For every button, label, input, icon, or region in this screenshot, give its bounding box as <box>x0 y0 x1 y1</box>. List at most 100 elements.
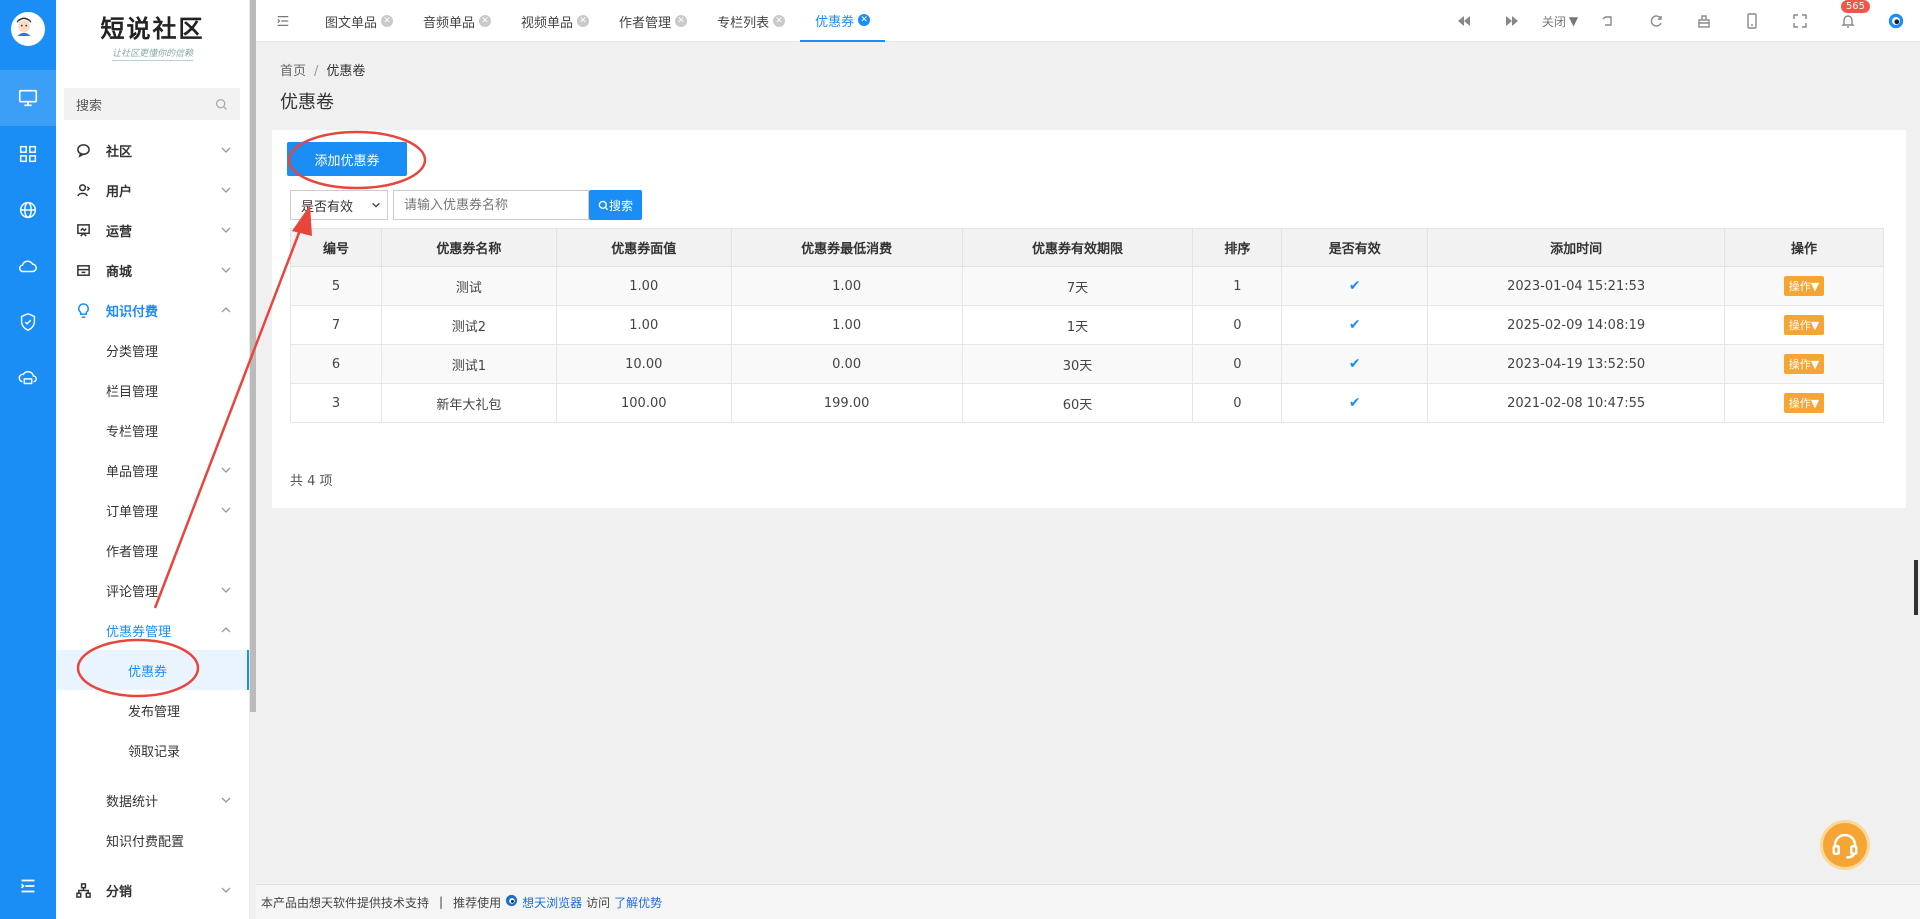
tab-audio[interactable]: 音频单品 ✕ <box>408 0 506 42</box>
menu-item-comment[interactable]: 评论管理 <box>56 570 249 610</box>
close-dropdown[interactable]: 关闭 ▼ <box>1536 0 1584 42</box>
chevron-down-icon <box>221 587 231 593</box>
fold-menu-icon[interactable] <box>256 0 310 42</box>
menu-search-input[interactable]: 搜索 <box>64 88 240 120</box>
table-row[interactable]: 7 测试2 1.00 1.00 1天 0 ✔ 2025-02-09 14:08:… <box>290 305 1884 345</box>
operation-dropdown[interactable]: 操作 ▼ <box>1783 354 1825 374</box>
customer-service-button[interactable] <box>1820 820 1870 870</box>
col-header-name[interactable]: 优惠券名称 <box>380 228 557 267</box>
grid-icon[interactable] <box>0 126 56 182</box>
user-avatar[interactable] <box>11 12 45 46</box>
valid-select[interactable]: 是否有效 <box>290 190 388 220</box>
shield-icon[interactable] <box>0 294 56 350</box>
menu-item-community[interactable]: 社区 <box>56 130 249 170</box>
learn-more-link[interactable]: 了解优势 <box>614 894 662 911</box>
cloud-drive-icon[interactable] <box>0 350 56 406</box>
coupon-name-input[interactable] <box>393 190 589 220</box>
close-icon[interactable]: ✕ <box>577 15 590 27</box>
cloud-icon[interactable] <box>0 238 56 294</box>
menu-item-author[interactable]: 作者管理 <box>56 530 249 570</box>
tab-column-list[interactable]: 专栏列表 ✕ <box>702 0 800 42</box>
globe-icon[interactable] <box>0 182 56 238</box>
chevron-down-icon <box>221 467 231 473</box>
col-header-period[interactable]: 优惠券有效期限 <box>961 228 1194 267</box>
table-row[interactable]: 3 新年大礼包 100.00 199.00 60天 0 ✔ 2021-02-08… <box>290 383 1884 423</box>
menu-item-column[interactable]: 栏目管理 <box>56 370 249 410</box>
return-icon[interactable] <box>1584 0 1632 42</box>
menu-item-coupon-mgmt[interactable]: 优惠券管理 <box>56 610 249 650</box>
menu-item-distribution[interactable]: 分销 <box>56 870 249 910</box>
breadcrumb-home[interactable]: 首页 <box>280 64 306 79</box>
menu-item-single[interactable]: 单品管理 <box>56 450 249 490</box>
page-title: 优惠卷 <box>280 92 334 113</box>
operation-dropdown[interactable]: 操作 ▼ <box>1783 276 1825 296</box>
close-icon[interactable]: ✕ <box>858 14 871 26</box>
operation-dropdown[interactable]: 操作 ▼ <box>1783 315 1825 335</box>
cell-op: 操作 ▼ <box>1724 383 1884 423</box>
menu-item-special[interactable]: 专栏管理 <box>56 410 249 450</box>
chevron-down-icon <box>221 887 231 893</box>
close-icon[interactable]: ✕ <box>773 15 786 27</box>
brand-logo[interactable]: 短说社区 让社区更懂你的信赖 <box>56 0 249 70</box>
menu-item-publish[interactable]: 发布管理 <box>56 690 249 730</box>
menu-item-operation[interactable]: 运营 <box>56 210 249 250</box>
menu-item-order[interactable]: 订单管理 <box>56 490 249 530</box>
col-header-valid[interactable]: 是否有效 <box>1281 228 1429 267</box>
caret-down-icon: ▼ <box>1810 279 1820 293</box>
chevron-down-icon <box>221 147 231 153</box>
tab-author[interactable]: 作者管理 ✕ <box>604 0 702 42</box>
cell-id: 3 <box>290 383 382 423</box>
close-icon[interactable]: ✕ <box>675 15 688 27</box>
tab-coupon[interactable]: 优惠券 ✕ <box>800 0 886 42</box>
chevron-down-icon <box>221 267 231 273</box>
collapse-menu-icon[interactable] <box>0 858 56 914</box>
col-header-sort[interactable]: 排序 <box>1192 228 1283 267</box>
menu-item-user[interactable]: 用户 <box>56 170 249 210</box>
menu-label-comment: 评论管理 <box>106 584 159 600</box>
cell-id: 5 <box>290 266 382 306</box>
table-row[interactable]: 5 测试 1.00 1.00 7天 1 ✔ 2023-01-04 15:21:5… <box>290 266 1884 306</box>
menu-item-mall[interactable]: 商城 <box>56 250 249 290</box>
menu-label-operation: 运营 <box>106 224 133 240</box>
menu-item-category[interactable]: 分类管理 <box>56 330 249 370</box>
close-icon[interactable]: ✕ <box>479 15 492 27</box>
menu-item-kconfig[interactable]: 知识付费配置 <box>56 820 249 860</box>
chevron-up-icon <box>221 627 231 633</box>
tab-article[interactable]: 图文单品 ✕ <box>310 0 408 42</box>
prev-tab-icon[interactable] <box>1440 0 1488 42</box>
tab-label: 优惠券 <box>815 14 855 30</box>
tab-video[interactable]: 视频单品 ✕ <box>506 0 604 42</box>
close-icon[interactable]: ✕ <box>381 15 394 27</box>
cell-name: 测试2 <box>380 305 557 345</box>
search-button[interactable]: 搜索 <box>589 190 643 220</box>
col-header-value[interactable]: 优惠券面值 <box>555 228 732 267</box>
add-coupon-button[interactable]: 添加优惠券 <box>287 142 407 176</box>
cell-min: 1.00 <box>730 266 963 306</box>
cell-name: 测试 <box>380 266 557 306</box>
tab-label: 专栏列表 <box>717 15 770 31</box>
menu-item-coupon[interactable]: 优惠券 <box>56 650 249 690</box>
cell-name: 测试1 <box>380 344 557 384</box>
browser-link[interactable]: 想天浏览器 <box>522 894 582 911</box>
next-tab-icon[interactable] <box>1488 0 1536 42</box>
account-avatar[interactable] <box>1872 0 1920 42</box>
lightbulb-icon <box>76 302 92 318</box>
monitor-icon[interactable] <box>0 70 56 126</box>
cell-time: 2025-02-09 14:08:19 <box>1427 305 1726 345</box>
notification-bell[interactable]: 565 <box>1824 0 1872 42</box>
fullscreen-icon[interactable] <box>1776 0 1824 42</box>
menu-item-receive[interactable]: 领取记录 <box>56 730 249 770</box>
total-count: 共 4 项 <box>290 474 333 489</box>
col-header-min[interactable]: 优惠券最低消费 <box>730 228 963 267</box>
cell-min: 1.00 <box>730 305 963 345</box>
col-header-time[interactable]: 添加时间 <box>1427 228 1726 267</box>
menu-item-knowledge[interactable]: 知识付费 <box>56 290 249 330</box>
menu-item-stats[interactable]: 数据统计 <box>56 780 249 820</box>
table-row[interactable]: 6 测试1 10.00 0.00 30天 0 ✔ 2023-04-19 13:5… <box>290 344 1884 384</box>
col-header-id[interactable]: 编号 <box>290 228 382 267</box>
mobile-icon[interactable] <box>1728 0 1776 42</box>
menu-label-distribution: 分销 <box>106 884 133 900</box>
clear-cache-icon[interactable] <box>1680 0 1728 42</box>
operation-dropdown[interactable]: 操作 ▼ <box>1783 393 1825 413</box>
refresh-icon[interactable] <box>1632 0 1680 42</box>
